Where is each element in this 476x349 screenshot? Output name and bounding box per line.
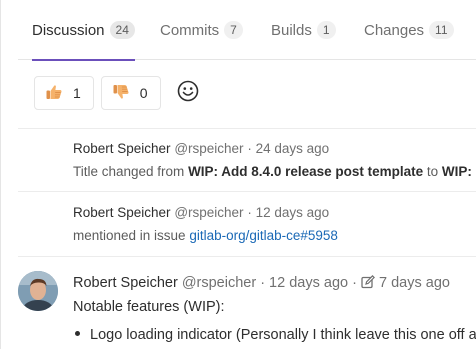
comment-body: Notable features (WIP):: [73, 299, 225, 315]
thumbs-down-award-button[interactable]: 0: [100, 76, 161, 110]
tab-builds[interactable]: Builds 1: [271, 0, 336, 60]
divider: [18, 128, 476, 129]
tab-count-badge: 11: [429, 21, 454, 39]
avatar[interactable]: [18, 271, 58, 311]
list-item: Logo loading indicator (Personally I thi…: [75, 327, 476, 343]
tab-discussion[interactable]: Discussion 24: [32, 0, 135, 61]
tab-count-badge: 7: [224, 21, 243, 39]
note-text: to: [423, 164, 442, 179]
author-name[interactable]: Robert Speicher: [73, 141, 171, 156]
note-header: Robert Speicher @rspeicher · 24 days ago: [73, 139, 476, 159]
old-title: WIP: Add 8.4.0 release post template: [188, 164, 424, 179]
note-timestamp[interactable]: · 12 days ago ·: [260, 275, 357, 291]
thumbs-down-icon: [112, 83, 130, 104]
merge-request-tabs: Discussion 24 Commits 7 Builds 1 Changes…: [18, 0, 476, 61]
add-emoji-button[interactable]: [171, 76, 205, 110]
edited-time[interactable]: 7 days ago: [379, 275, 450, 291]
comment-note: Robert Speicher @rspeicher · 12 days ago…: [73, 273, 476, 317]
tab-count-badge: 24: [109, 21, 135, 39]
divider: [18, 191, 476, 192]
award-count: 0: [139, 85, 148, 101]
edit-icon: [361, 275, 375, 295]
author-name[interactable]: Robert Speicher: [73, 275, 178, 291]
author-name[interactable]: Robert Speicher: [73, 205, 171, 220]
note-text: mentioned in issue: [73, 228, 190, 243]
author-handle[interactable]: @rspeicher: [174, 141, 243, 156]
new-title: WIP: Re: [441, 164, 476, 179]
note-timestamp[interactable]: · 24 days ago: [247, 141, 329, 156]
note-header: Robert Speicher @rspeicher · 12 days ago: [73, 203, 476, 223]
author-handle[interactable]: @rspeicher: [174, 205, 243, 220]
note-body: Title changed from WIP: Add 8.4.0 releas…: [73, 162, 476, 182]
left-border: [0, 0, 1, 349]
tab-changes[interactable]: Changes 11: [364, 0, 454, 60]
note-header: Robert Speicher @rspeicher · 12 days ago…: [73, 273, 476, 295]
bullet: [75, 330, 80, 336]
issue-link[interactable]: gitlab-org/gitlab-ce#5958: [189, 228, 338, 243]
author-handle[interactable]: @rspeicher: [182, 275, 256, 291]
tab-label: Builds: [271, 21, 312, 39]
tab-label: Commits: [160, 21, 220, 39]
note-timestamp[interactable]: · 12 days ago: [247, 205, 329, 220]
note-text: Title changed from: [73, 164, 189, 179]
award-emoji-bar: 1 0: [34, 75, 205, 111]
thumbs-up-icon: [45, 83, 63, 104]
list-item-text: Logo loading indicator (Personally I thi…: [90, 327, 476, 343]
tab-label: Changes: [364, 21, 425, 39]
divider: [18, 256, 476, 257]
system-note: Robert Speicher @rspeicher · 24 days ago…: [73, 139, 476, 182]
tab-commits[interactable]: Commits 7: [160, 0, 243, 60]
system-note: Robert Speicher @rspeicher · 12 days ago…: [73, 203, 476, 246]
smiley-icon: [177, 80, 199, 107]
tab-count-badge: 1: [316, 21, 336, 39]
award-count: 1: [73, 85, 81, 101]
tab-label: Discussion: [32, 21, 105, 39]
thumbs-up-award-button[interactable]: 1: [34, 76, 94, 110]
note-body: mentioned in issue gitlab-org/gitlab-ce#…: [73, 226, 476, 246]
